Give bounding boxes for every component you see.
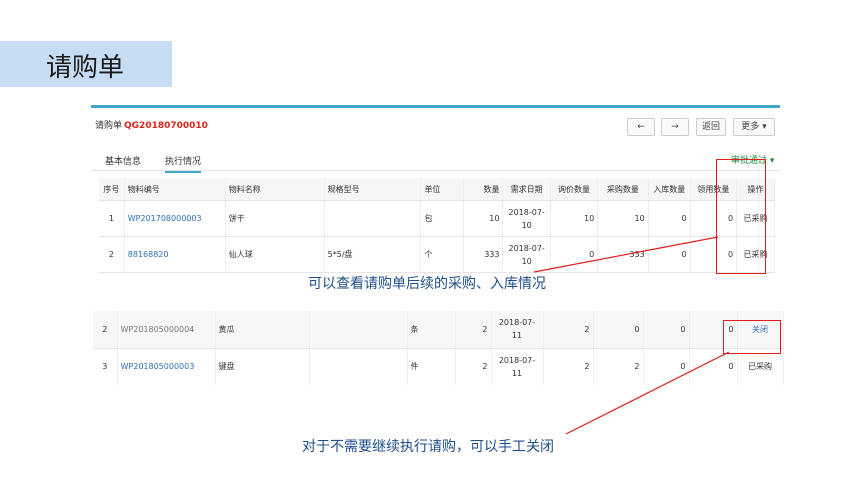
annotation-view-progress: 可以查看请购单后续的采购、入库情况 — [308, 276, 546, 292]
annotation-manual-close: 对于不需要继续执行请购，可以手工关闭 — [302, 439, 554, 455]
callout-line-1 — [533, 236, 719, 273]
callout-lines — [533, 236, 730, 435]
callout-line-2 — [565, 351, 730, 435]
